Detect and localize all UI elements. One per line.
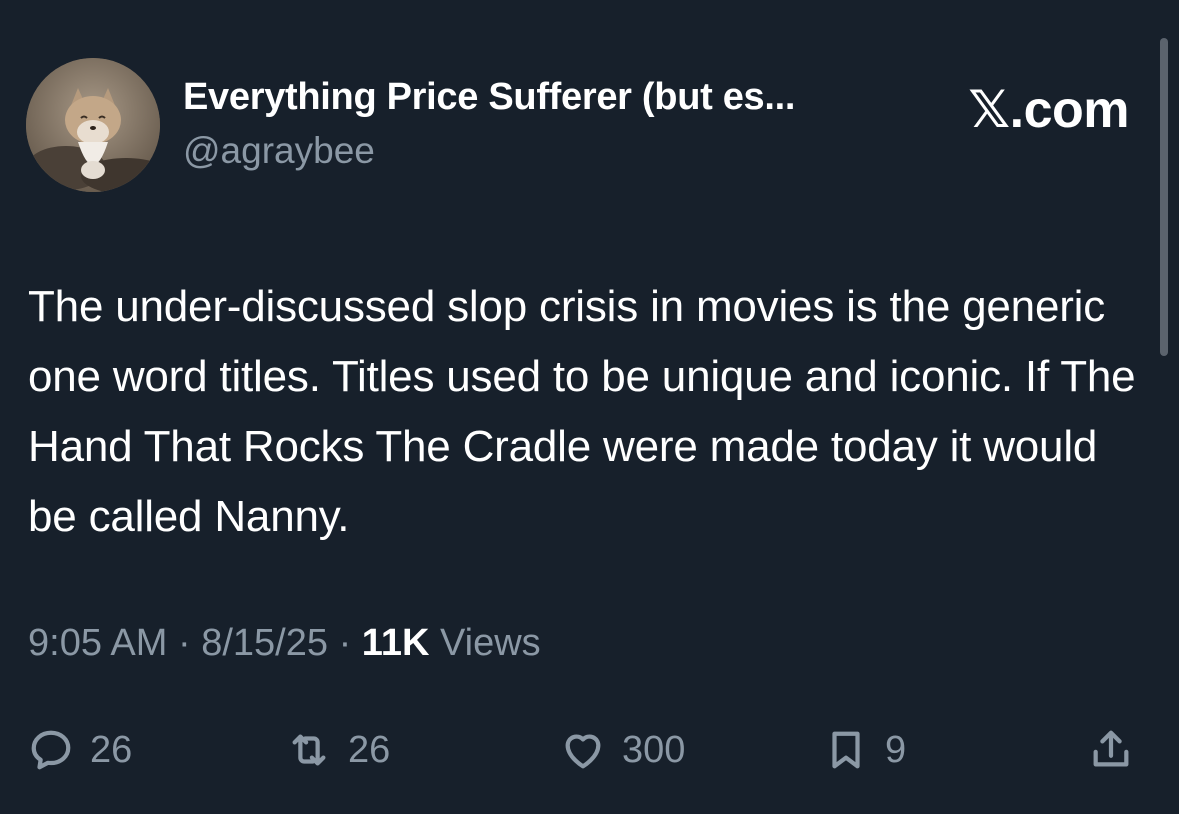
repost-icon [292, 734, 326, 766]
bookmark-count: 9 [885, 728, 907, 771]
bookmark-icon [832, 731, 860, 769]
x-brand-logo: 𝕏.com [968, 81, 1129, 139]
tweet-card: Everything Price Sufferer (but es... @ag… [0, 0, 1179, 814]
like-button[interactable]: 300 [560, 700, 685, 800]
author-handle[interactable]: @agraybee [183, 130, 375, 172]
repost-button[interactable]: 26 [286, 700, 390, 800]
separator: · [338, 622, 352, 664]
fox-avatar-icon [26, 58, 160, 192]
reply-icon [31, 730, 71, 770]
share-button[interactable] [1088, 700, 1134, 800]
share-icon [1093, 730, 1129, 767]
repost-count: 26 [348, 728, 391, 771]
scrollbar[interactable] [1160, 38, 1168, 356]
tweet-text: The under-discussed slop crisis in movie… [28, 282, 1136, 541]
reply-button[interactable]: 26 [28, 700, 132, 800]
like-count: 300 [622, 728, 686, 771]
tweet-meta: 9:05 AM · 8/15/25 · 11K Views [28, 622, 541, 665]
avatar[interactable] [26, 58, 160, 192]
views-label: Views [439, 622, 541, 664]
author-display-name[interactable]: Everything Price Sufferer (but es... [183, 76, 795, 119]
action-bar: 26 26 300 9 [0, 700, 1179, 800]
bookmark-button[interactable]: 9 [823, 700, 906, 800]
heart-icon [565, 734, 601, 769]
separator: · [177, 622, 191, 664]
tweet-time[interactable]: 9:05 AM [28, 622, 167, 664]
reply-count: 26 [90, 728, 133, 771]
views-count: 11K [361, 622, 430, 664]
tweet-date[interactable]: 8/15/25 [201, 622, 328, 664]
